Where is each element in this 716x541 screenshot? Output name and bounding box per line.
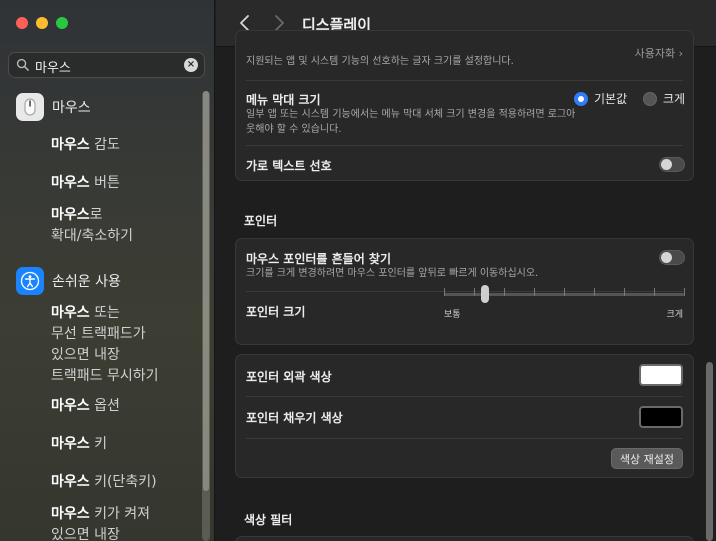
menubar-size-description: 일부 앱 또는 시스템 기능에서는 메뉴 막대 서체 크기 변경을 적용하려면 …	[246, 109, 576, 135]
pointer-size-min-label: 보통	[444, 310, 461, 320]
main-pane: 디스플레이 지원되는 앱 및 시스템 기능의 선호하는 글자 크기를 설정합니다…	[216, 0, 716, 541]
text-settings-card: 지원되는 앱 및 시스템 기능의 선호하는 글자 크기를 설정합니다. 사용자화…	[235, 30, 694, 181]
slider-tick	[564, 288, 565, 296]
fill-color-title: 포인터 채우기 색상	[246, 411, 343, 425]
slider-tick	[504, 288, 505, 296]
sidebar-item-mouse-keys-shortcut[interactable]: 마우스 키(단축키)	[51, 472, 157, 493]
radio-large[interactable]: 크게	[643, 90, 685, 107]
shake-to-locate-title: 마우스 포인터를 흔들어 찾기	[246, 252, 392, 266]
search-icon	[16, 58, 29, 71]
slider-tick	[444, 288, 445, 296]
pointer-size-knob[interactable]	[480, 285, 489, 303]
fill-color-swatch[interactable]	[639, 406, 683, 428]
sidebar-item-ignore-trackpad[interactable]: 마우스 또는 무선 트랙패드가 있으면 내장 트랙패드 무시하기	[51, 303, 159, 387]
outline-color-title: 포인터 외곽 색상	[246, 370, 332, 384]
sidebar-item-mouse-zoom[interactable]: 마우스로 확대/축소하기	[51, 205, 133, 247]
color-filter-section-heading: 색상 필터	[244, 513, 293, 527]
sidebar-section-label: 손쉬운 사용	[52, 274, 121, 290]
menubar-size-title: 메뉴 막대 크기	[246, 93, 321, 107]
pointer-card: 마우스 포인터를 흔들어 찾기 크기를 크게 변경하려면 마우스 포인터를 앞뒤…	[235, 238, 694, 345]
search-input[interactable]: 마우스 ×	[8, 52, 205, 78]
sidebar-scrollbar-thumb[interactable]	[203, 91, 209, 491]
pointer-color-card: 포인터 외곽 색상 포인터 채우기 색상 색상 재설정	[235, 354, 694, 478]
shake-to-locate-toggle[interactable]	[659, 250, 685, 265]
sidebar-item-mouse-buttons[interactable]: 마우스 버튼	[51, 173, 120, 194]
minimize-window-button[interactable]	[36, 17, 48, 29]
sidebar-section-label: 마우스	[52, 100, 91, 116]
sidebar-item-mouse-sensitivity[interactable]: 마우스 감도	[51, 135, 120, 156]
zoom-window-button[interactable]	[56, 17, 68, 29]
search-query: 마우스	[35, 61, 71, 76]
slider-tick	[474, 288, 475, 296]
slider-tick	[624, 288, 625, 296]
slider-tick	[534, 288, 535, 296]
horizontal-text-title: 가로 텍스트 선호	[246, 159, 332, 173]
text-size-value[interactable]: 사용자화 ›	[635, 45, 683, 61]
radio-selected-icon	[574, 91, 588, 106]
sidebar: 마우스 × 마우스 마우스 감도 마우스 버튼 마우스로 확대/축소하기 손쉬운	[0, 0, 215, 541]
radio-unselected-icon	[643, 91, 657, 106]
slider-tick	[684, 288, 685, 296]
main-scrollbar-thumb[interactable]	[706, 362, 713, 541]
horizontal-text-toggle[interactable]	[659, 157, 685, 172]
mouse-icon	[16, 93, 44, 121]
slider-tick	[594, 288, 595, 296]
text-size-description: 지원되는 앱 및 시스템 기능의 선호하는 글자 크기를 설정합니다.	[246, 56, 514, 67]
sidebar-section-accessibility[interactable]: 손쉬운 사용	[16, 267, 121, 295]
pointer-size-title: 포인터 크기	[246, 305, 306, 319]
pointer-size-max-label: 크게	[666, 310, 683, 320]
reset-colors-button[interactable]: 색상 재설정	[610, 448, 683, 469]
sidebar-item-mouse-keys[interactable]: 마우스 키	[51, 434, 107, 455]
sidebar-item-mouse-options[interactable]: 마우스 옵션	[51, 396, 120, 417]
shake-to-locate-description: 크기를 크게 변경하려면 마우스 포인터를 앞뒤로 빠르게 이동하십시오.	[246, 268, 539, 279]
color-filter-card	[235, 536, 694, 541]
accessibility-icon	[16, 267, 44, 295]
clear-search-icon[interactable]: ×	[184, 58, 198, 72]
radio-default[interactable]: 기본값	[574, 90, 627, 107]
sidebar-section-mouse[interactable]: 마우스	[16, 93, 91, 121]
pointer-section-heading: 포인터	[244, 214, 278, 228]
slider-tick	[654, 288, 655, 296]
window-controls	[16, 17, 68, 29]
sidebar-scrollbar[interactable]	[202, 91, 210, 541]
sidebar-item-mouse-keys-on[interactable]: 마우스 키가 켜져 있으면 내장	[51, 504, 150, 541]
close-window-button[interactable]	[16, 17, 28, 29]
outline-color-swatch[interactable]	[639, 364, 683, 386]
